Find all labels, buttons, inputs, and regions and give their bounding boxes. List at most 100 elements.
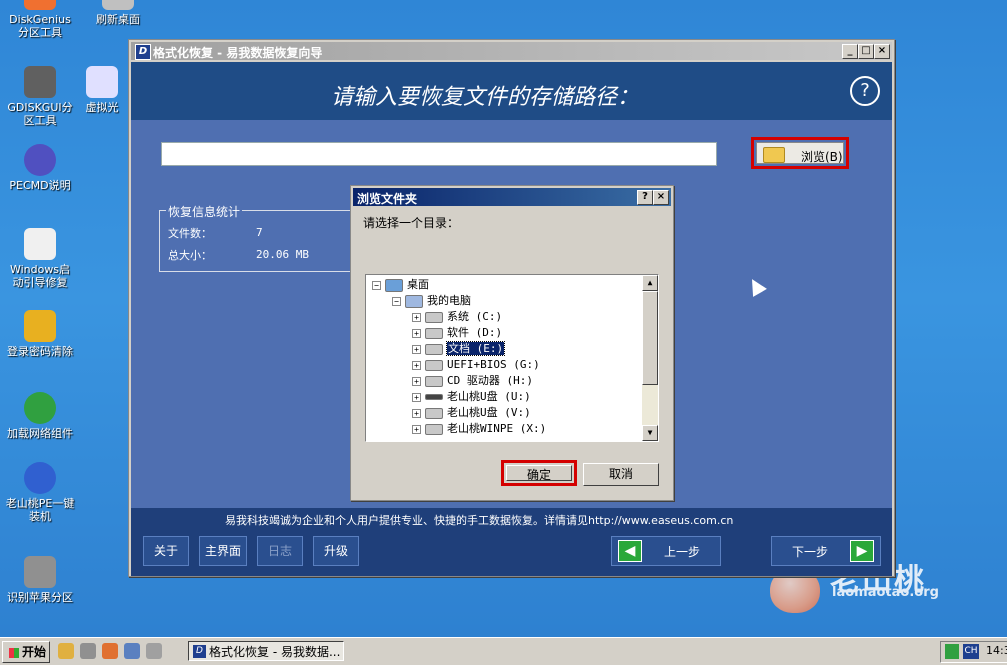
start-button[interactable]: 开始 xyxy=(2,641,50,663)
total-size-value: 20.06 MB xyxy=(256,248,309,261)
tree-item-drive[interactable]: + 老山桃WINPE (X:) xyxy=(412,421,546,436)
expand-icon[interactable]: + xyxy=(412,312,421,322)
collapse-icon[interactable]: − xyxy=(372,280,381,290)
expand-icon[interactable]: + xyxy=(412,376,421,386)
quicklaunch-disk-icon[interactable] xyxy=(80,643,96,659)
expand-icon[interactable]: + xyxy=(412,392,421,402)
quicklaunch-screen-icon[interactable] xyxy=(124,643,140,659)
tree-item-my-computer[interactable]: − 我的电脑 xyxy=(392,293,471,308)
expand-icon[interactable]: + xyxy=(412,328,421,338)
desktop-icon-gdiskgui[interactable]: GDISKGUI分区工具 xyxy=(0,66,80,127)
ok-highlight: 确定 xyxy=(501,460,577,486)
expand-icon[interactable]: + xyxy=(412,344,421,354)
tree-item-desktop[interactable]: − 桌面 xyxy=(372,277,429,292)
drive-icon xyxy=(425,423,443,435)
desktop-icon-password-clear[interactable]: 登录密码清除 xyxy=(0,310,80,358)
hard-disk-icon xyxy=(24,556,56,588)
quicklaunch-explorer-icon[interactable] xyxy=(102,643,118,659)
next-button-label: 下一步 xyxy=(792,545,829,559)
taskbar-item-recovery[interactable]: D 格式化恢复 - 易我数据... xyxy=(188,641,344,661)
back-button-label: 上一步 xyxy=(664,545,701,559)
upgrade-button[interactable]: 升级 xyxy=(313,536,359,566)
expand-icon[interactable]: + xyxy=(412,408,421,418)
scroll-down-icon[interactable]: ▼ xyxy=(642,425,658,441)
minimize-button[interactable]: _ xyxy=(842,44,858,59)
ad-text[interactable]: 易我科技竭诚为企业和个人用户提供专业、快捷的手工数据恢复。详情请见http://… xyxy=(225,512,733,528)
window-title: 格式化恢复 - 易我数据恢复向导 xyxy=(153,46,323,60)
close-button[interactable]: × xyxy=(874,44,890,59)
dialog-titlebar[interactable]: 浏览文件夹 ? × xyxy=(353,188,671,206)
tree-item-drive[interactable]: + UEFI+BIOS (G:) xyxy=(412,357,540,372)
tree-scrollbar[interactable]: ▲ ▼ xyxy=(642,275,658,441)
scroll-thumb[interactable] xyxy=(642,291,658,385)
desktop-icon-label: 刷新桌面 xyxy=(96,13,140,26)
expand-icon[interactable]: + xyxy=(412,424,421,434)
tree-item-label: 我的电脑 xyxy=(427,294,471,307)
desktop-icon-boot-repair[interactable]: Windows启动引导修复 xyxy=(0,228,80,289)
desktop-icon-installer[interactable]: 老山桃PE一键装机 xyxy=(0,462,80,523)
taskbar: 开始 D格式化恢复 - 易我数据... CH 14:3 xyxy=(0,637,1007,665)
help-button[interactable]: ? xyxy=(850,76,880,106)
browse-button[interactable]: 浏览(B) xyxy=(756,142,844,164)
tree-item-drive-selected[interactable]: + 文档 (E:) xyxy=(412,341,506,356)
ok-button[interactable]: 确定 xyxy=(506,465,572,482)
gdiskgui-icon xyxy=(24,66,56,98)
dialog-help-button[interactable]: ? xyxy=(637,190,653,205)
tree-item-drive[interactable]: + 系统 (C:) xyxy=(412,309,502,324)
dialog-close-button[interactable]: × xyxy=(653,190,669,205)
drive-icon xyxy=(425,343,443,355)
expand-icon[interactable]: + xyxy=(412,360,421,370)
maximize-button[interactable]: □ xyxy=(858,44,874,59)
peach-icon xyxy=(24,462,56,494)
log-button[interactable]: 日志 xyxy=(257,536,303,566)
browse-highlight: 浏览(B) xyxy=(751,137,849,169)
clock[interactable]: 14:3 xyxy=(986,644,1007,657)
desktop-icon-network[interactable]: 加载网络组件 xyxy=(0,392,80,440)
ime-indicator[interactable]: CH xyxy=(963,644,979,659)
bottom-bar: 易我科技竭诚为企业和个人用户提供专业、快捷的手工数据恢复。详情请见http://… xyxy=(131,508,892,576)
desktop-icon-label: GDISKGUI分区工具 xyxy=(7,101,73,127)
scroll-up-icon[interactable]: ▲ xyxy=(642,275,658,291)
about-button[interactable]: 关于 xyxy=(143,536,189,566)
tree-item-label: 系统 (C:) xyxy=(447,310,503,323)
help-question-icon xyxy=(24,144,56,176)
diskgenius-icon xyxy=(24,0,56,10)
tree-item-drive[interactable]: + 老山桃U盘 (V:) xyxy=(412,405,531,420)
system-tray: CH 14:3 xyxy=(940,641,1007,663)
desktop-icon-pecmd[interactable]: PECMD说明 xyxy=(0,144,80,192)
desktop-icon-label: PECMD说明 xyxy=(9,179,71,192)
drive-icon xyxy=(425,407,443,419)
browse-folder-dialog: 浏览文件夹 ? × 请选择一个目录： − 桌面 − 我的电脑 + 系统 (C:) + 软… xyxy=(350,185,674,501)
drive-icon xyxy=(425,311,443,323)
tree-item-label: UEFI+BIOS (G:) xyxy=(447,358,540,371)
window-titlebar[interactable]: D 格式化恢复 - 易我数据恢复向导 _ □ × xyxy=(131,42,892,60)
app-icon: D xyxy=(135,44,151,60)
drive-icon xyxy=(425,327,443,339)
desktop-icon-apple-partition[interactable]: 识别苹果分区 xyxy=(0,556,80,604)
collapse-icon[interactable]: − xyxy=(392,296,401,306)
next-button[interactable]: 下一步 ▶ xyxy=(771,536,881,566)
cancel-button[interactable]: 取消 xyxy=(583,463,659,486)
dialog-title: 浏览文件夹 xyxy=(357,192,418,206)
dialog-prompt: 请选择一个目录： xyxy=(363,216,460,230)
stats-legend: 恢复信息统计 xyxy=(166,203,243,220)
desktop-icon-label: 加载网络组件 xyxy=(7,427,73,440)
home-button[interactable]: 主界面 xyxy=(199,536,247,566)
app-icon: D xyxy=(193,645,206,658)
desktop-icon-virtual-drive[interactable]: 虚拟光 xyxy=(72,66,132,114)
desktop-icon-diskgenius[interactable]: DiskGenius分区工具 xyxy=(0,0,80,39)
quicklaunch-eraser-icon[interactable] xyxy=(146,643,162,659)
tree-item-usb[interactable]: + 老山桃U盘 (U:) xyxy=(412,389,531,404)
tree-item-label: 老山桃U盘 (V:) xyxy=(447,406,531,419)
desktop-icon-refresh[interactable]: 刷新桌面 xyxy=(78,0,158,26)
windows-logo-icon xyxy=(8,647,19,658)
back-button[interactable]: ◀ 上一步 xyxy=(611,536,721,566)
tree-item-cdrom[interactable]: + CD 驱动器 (H:) xyxy=(412,373,533,388)
quicklaunch-tools-icon[interactable] xyxy=(58,643,74,659)
tray-network-icon[interactable] xyxy=(945,644,959,659)
tree-item-drive[interactable]: + 软件 (D:) xyxy=(412,325,502,340)
drive-icon xyxy=(425,359,443,371)
save-path-input[interactable] xyxy=(161,142,717,166)
watermark-url: laomaotao.org xyxy=(832,585,939,600)
folder-tree: − 桌面 − 我的电脑 + 系统 (C:) + 软件 (D:) + 文档 (E:) + UE… xyxy=(365,274,659,442)
